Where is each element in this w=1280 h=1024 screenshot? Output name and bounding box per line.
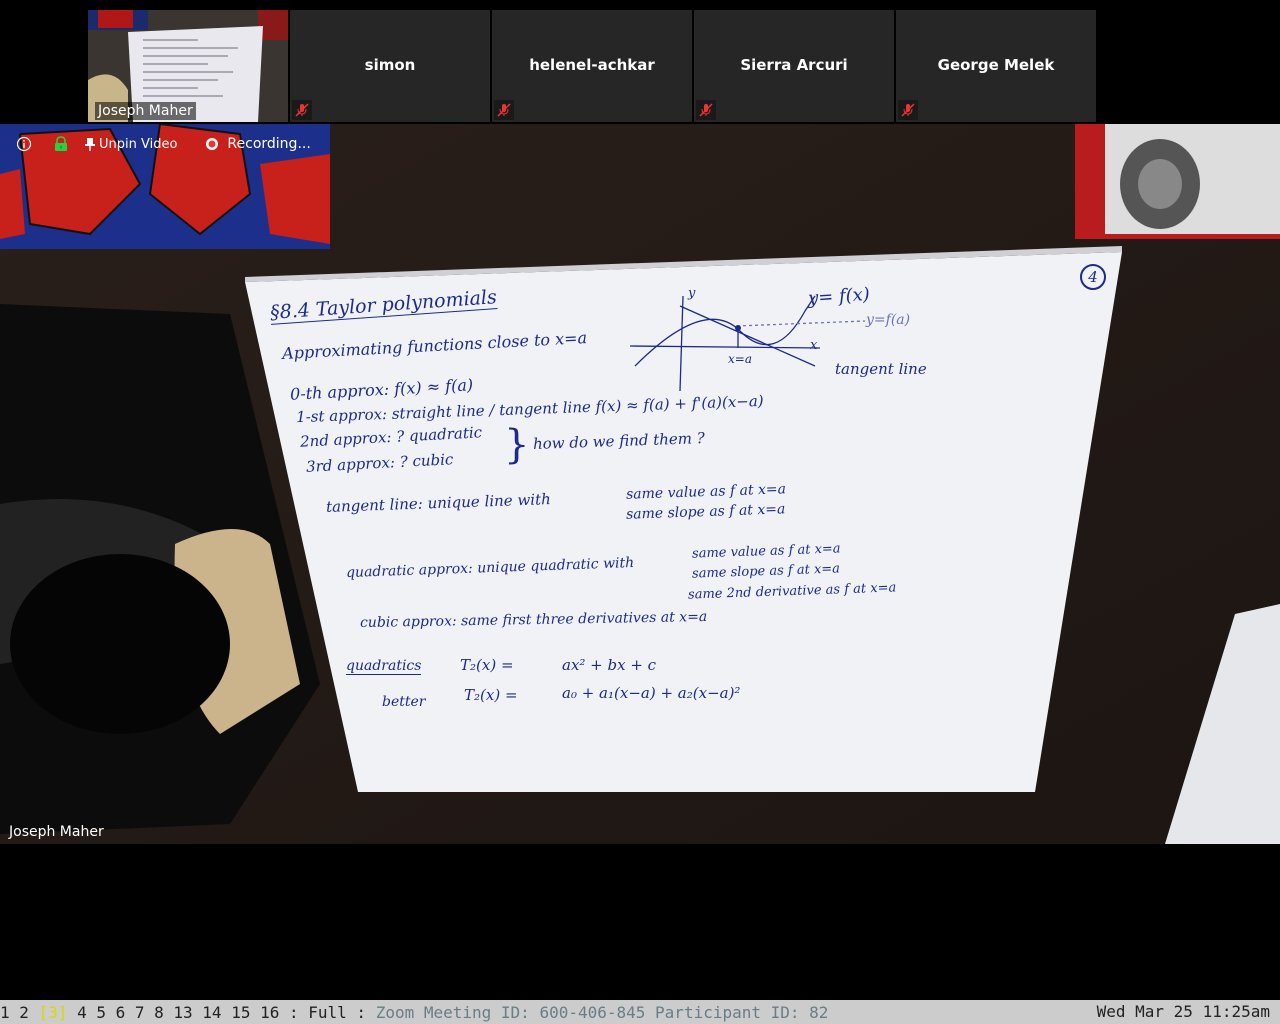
graph-label: y [688, 286, 696, 301]
video-toolbar: Unpin Video Recording... [0, 124, 311, 164]
whiteboard-formula: a₀ + a₁(x−a) + a₂(x−a)² [562, 684, 741, 702]
whiteboard-formula: T₂(x) = [464, 686, 518, 704]
whiteboard-text: 3rd approx: ? cubic [305, 450, 454, 476]
record-icon [206, 138, 219, 150]
graph-label: tangent line [835, 360, 927, 378]
main-video[interactable]: 4 §8.4 Taylor polynomials Approximating … [0, 124, 1280, 844]
participant-tile[interactable]: helenel-achkar [492, 10, 692, 122]
participant-name: Joseph Maher [95, 102, 196, 120]
active-speaker-name: Joseph Maher [9, 824, 104, 840]
tangent-graph [629, 295, 866, 392]
whiteboard-text: Approximating functions close to x=a [281, 328, 588, 363]
lock-icon[interactable] [54, 136, 68, 152]
unpin-video-button[interactable]: Unpin Video [84, 137, 177, 152]
whiteboard-text: same value as f at x=a [691, 541, 841, 562]
info-icon[interactable] [16, 136, 32, 152]
whiteboard-text: quadratics [346, 658, 422, 675]
workspace-list[interactable]: 1 2 [0, 1003, 39, 1022]
brace-icon: } [504, 422, 530, 468]
window-manager-statusbar: 1 2 [3] 4 5 6 7 8 13 14 15 16 : Full : Z… [0, 1000, 1280, 1024]
recording-label: Recording... [227, 136, 311, 152]
participant-tile[interactable]: Sierra Arcuri [694, 10, 894, 122]
whiteboard-formula: T₂(x) = [460, 656, 514, 674]
clock: Wed Mar 25 11:25am [1096, 1002, 1270, 1021]
whiteboard-text: same slope as f at x=a [625, 501, 786, 523]
whiteboard-text: same slope as f at x=a [691, 561, 841, 582]
participant-tile[interactable]: George Melek [896, 10, 1096, 122]
mic-muted-icon [696, 100, 716, 120]
participant-tile-video[interactable]: Joseph Maher [88, 10, 288, 122]
participant-name: helenel-achkar [529, 56, 655, 74]
mic-muted-icon [494, 100, 514, 120]
active-workspace[interactable]: [3] [39, 1003, 68, 1022]
mic-muted-icon [292, 100, 312, 120]
whiteboard-content: 4 §8.4 Taylor polynomials Approximating … [0, 124, 1280, 844]
participant-name: Sierra Arcuri [740, 56, 848, 74]
workspace-list[interactable]: 4 5 6 7 8 13 14 15 16 : Full : [67, 1003, 375, 1022]
participant-name: George Melek [937, 56, 1055, 74]
participant-strip: Joseph Maher simon helenel-achkar Sierra… [88, 10, 1096, 122]
mic-muted-icon [898, 100, 918, 120]
graph-label: y=f(a) [866, 312, 911, 328]
unpin-video-label: Unpin Video [99, 136, 178, 152]
whiteboard-text: how do we find them ? [532, 429, 706, 453]
whiteboard-text: 0-th approx: f(x) ≈ f(a) [289, 375, 474, 404]
whiteboard-formula: ax² + bx + c [562, 656, 657, 674]
whiteboard-text: 2nd approx: ? quadratic [299, 423, 483, 451]
window-title: Zoom Meeting ID: 600-406-845 Participant… [375, 1002, 829, 1022]
whiteboard-heading: §8.4 Taylor polynomials [269, 286, 498, 325]
whiteboard-text: cubic approx: same first three derivativ… [359, 608, 708, 632]
whiteboard-text: better [382, 694, 426, 710]
graph-label: x=a [728, 352, 752, 366]
whiteboard-text: same value as f at x=a [625, 481, 787, 503]
whiteboard-text: tangent line: unique line with [325, 490, 552, 516]
page-number: 4 [1080, 264, 1106, 290]
graph-label: x [810, 338, 818, 353]
recording-indicator[interactable]: Recording... [205, 136, 311, 152]
participant-tile[interactable]: simon [290, 10, 490, 122]
participant-name: simon [364, 56, 416, 74]
whiteboard-text: same 2nd derivative as f at x=a [687, 580, 897, 603]
pin-icon [85, 138, 95, 151]
whiteboard-text: quadratic approx: unique quadratic with [345, 554, 635, 582]
graph-label: y= f(x) [807, 283, 871, 310]
